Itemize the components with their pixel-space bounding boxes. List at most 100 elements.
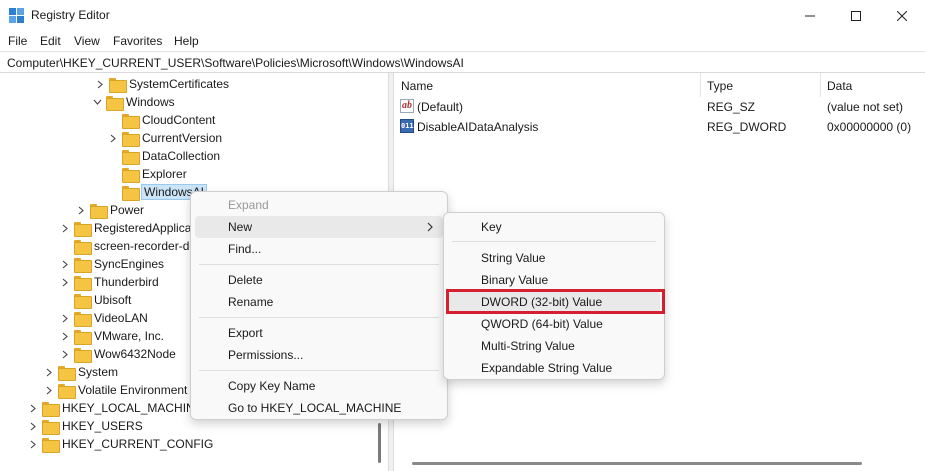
submenu-item-string-value[interactable]: String Value (448, 247, 660, 269)
folder-icon (90, 203, 108, 219)
menu-item-label: New (228, 220, 253, 234)
column-divider[interactable] (820, 73, 821, 97)
submenu-item-qword-value[interactable]: QWORD (64-bit) Value (448, 313, 660, 335)
value-row[interactable]: 011 DisableAIDataAnalysis REG_DWORD 0x00… (394, 118, 925, 136)
menu-item-goto[interactable]: Go to HKEY_LOCAL_MACHINE (195, 397, 443, 419)
value-row[interactable]: ab (Default) REG_SZ (value not set) (394, 98, 925, 116)
column-divider[interactable] (700, 73, 701, 97)
tree-item-thunderbird[interactable]: Thunderbird (60, 273, 159, 291)
menu-item-permissions[interactable]: Permissions... (195, 344, 443, 366)
chevron-right-icon[interactable] (28, 403, 38, 413)
menu-item-label: Binary Value (481, 273, 549, 287)
tree-item-power[interactable]: Power (76, 201, 144, 219)
menu-separator (452, 241, 656, 242)
address-bar[interactable]: Computer\HKEY_CURRENT_USER\Software\Poli… (0, 51, 925, 73)
menu-item-new[interactable]: New (195, 216, 443, 238)
tree-item-label: Wow6432Node (94, 347, 176, 361)
folder-icon (122, 149, 140, 165)
tree-item-windows[interactable]: Windows (92, 93, 175, 111)
value-name: DisableAIDataAnalysis (417, 120, 539, 134)
menu-item-export[interactable]: Export (195, 322, 443, 344)
submenu-item-key[interactable]: Key (448, 216, 660, 238)
scroll-thumb[interactable] (378, 423, 381, 463)
address-path: Computer\HKEY_CURRENT_USER\Software\Poli… (7, 56, 464, 70)
menu-separator (199, 317, 439, 318)
column-header-type[interactable]: Type (707, 79, 733, 93)
value-data: 0x00000000 (0) (827, 120, 912, 134)
menu-item-label: Multi-String Value (481, 339, 575, 353)
chevron-right-icon[interactable] (60, 277, 70, 287)
value-name: (Default) (417, 100, 464, 114)
chevron-right-icon[interactable] (60, 349, 70, 359)
folder-icon (122, 185, 140, 201)
menu-view[interactable]: View (74, 34, 100, 48)
tree-item-hkey-users[interactable]: HKEY_USERS (28, 417, 143, 435)
menu-bar: File Edit View Favorites Help (0, 31, 925, 51)
tree-item-ubisoft[interactable]: Ubisoft (60, 291, 131, 309)
menu-item-label: Export (228, 326, 263, 340)
tree-item-videolan[interactable]: VideoLAN (60, 309, 148, 327)
folder-icon (42, 401, 60, 417)
folder-icon (74, 257, 92, 273)
chevron-right-icon[interactable] (60, 223, 70, 233)
registry-editor-icon (9, 8, 24, 23)
chevron-right-icon[interactable] (108, 133, 118, 143)
menu-item-label: Rename (228, 295, 274, 309)
value-type: REG_DWORD (707, 120, 787, 134)
menu-item-label: Key (481, 220, 502, 234)
minimize-icon (805, 15, 815, 16)
menu-edit[interactable]: Edit (40, 34, 61, 48)
tree-item-wow6432node[interactable]: Wow6432Node (60, 345, 176, 363)
menu-item-find[interactable]: Find... (195, 238, 443, 260)
list-horizontal-scrollbar[interactable] (394, 455, 925, 471)
chevron-right-icon[interactable] (60, 331, 70, 341)
menu-help[interactable]: Help (174, 34, 199, 48)
chevron-right-icon[interactable] (60, 313, 70, 323)
tree-item-volatile-environment[interactable]: Volatile Environment (44, 381, 187, 399)
tree-item-sync-engines[interactable]: SyncEngines (60, 255, 164, 273)
chevron-right-icon[interactable] (44, 385, 54, 395)
chevron-right-icon[interactable] (60, 259, 70, 269)
tree-item-hkey-local-machine[interactable]: HKEY_LOCAL_MACHINE (28, 399, 203, 417)
chevron-right-icon[interactable] (44, 367, 54, 377)
tree-item-label: VMware, Inc. (94, 329, 165, 343)
menu-item-delete[interactable]: Delete (195, 269, 443, 291)
close-button[interactable] (879, 0, 925, 31)
chevron-down-icon[interactable] (92, 97, 102, 107)
highlight-annotation (446, 289, 665, 314)
column-header-name[interactable]: Name (401, 79, 433, 93)
chevron-right-icon[interactable] (28, 421, 38, 431)
tree-item-current-version[interactable]: CurrentVersion (108, 129, 222, 147)
submenu-item-binary-value[interactable]: Binary Value (448, 269, 660, 291)
folder-icon (42, 419, 60, 435)
menu-item-label: QWORD (64-bit) Value (481, 317, 603, 331)
minimize-button[interactable] (787, 0, 833, 31)
chevron-right-icon[interactable] (76, 205, 86, 215)
tree-item-system-certificates[interactable]: SystemCertificates (95, 75, 229, 93)
folder-icon (106, 95, 124, 111)
submenu-item-expandable-string-value[interactable]: Expandable String Value (448, 357, 660, 379)
tree-item-label: CloudContent (142, 113, 216, 127)
menu-file[interactable]: File (8, 34, 27, 48)
chevron-right-icon[interactable] (95, 79, 105, 89)
chevron-right-icon[interactable] (28, 439, 38, 449)
tree-item-system[interactable]: System (44, 363, 118, 381)
folder-icon (42, 437, 60, 453)
tree-item-vmware[interactable]: VMware, Inc. (60, 327, 164, 345)
maximize-button[interactable] (833, 0, 879, 31)
tree-item-data-collection[interactable]: DataCollection (108, 147, 220, 165)
tree-item-explorer[interactable]: Explorer (108, 165, 187, 183)
menu-item-copy-key-name[interactable]: Copy Key Name (195, 375, 443, 397)
menu-favorites[interactable]: Favorites (113, 34, 162, 48)
submenu-item-multi-string-value[interactable]: Multi-String Value (448, 335, 660, 357)
menu-item-label: String Value (481, 251, 546, 265)
menu-separator (199, 264, 439, 265)
tree-item-hkey-current-config[interactable]: HKEY_CURRENT_CONFIG (28, 435, 213, 453)
maximize-icon (851, 10, 861, 21)
column-header-data[interactable]: Data (827, 79, 852, 93)
menu-item-rename[interactable]: Rename (195, 291, 443, 313)
tree-item-label: SyncEngines (94, 257, 165, 271)
tree-item-cloud-content[interactable]: CloudContent (108, 111, 215, 129)
folder-icon (74, 275, 92, 291)
scroll-thumb[interactable] (412, 462, 862, 465)
